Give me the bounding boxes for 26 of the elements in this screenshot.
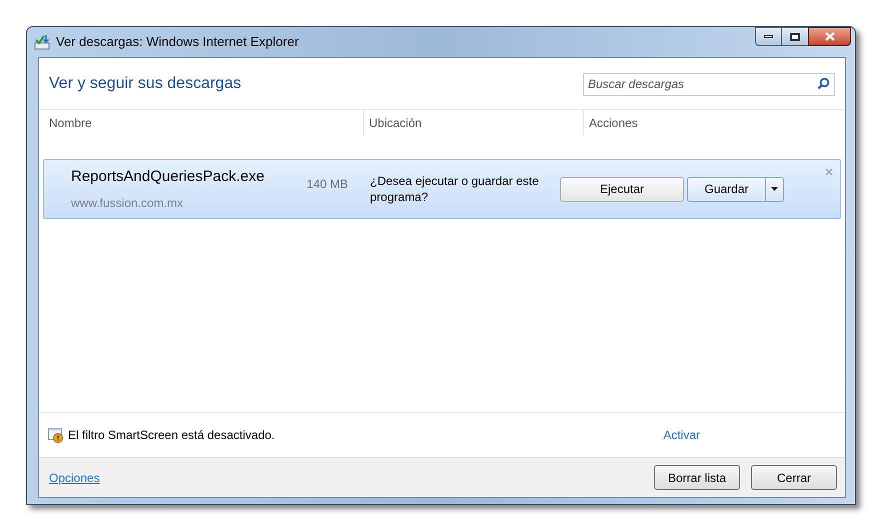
close-icon xyxy=(824,32,834,41)
maximize-button[interactable] xyxy=(782,27,808,46)
run-button[interactable]: Ejecutar xyxy=(560,176,684,202)
column-header[interactable]: Acciones xyxy=(589,114,638,132)
caret-icon[interactable] xyxy=(771,187,778,191)
window-title: Ver descargas: Windows Internet Explorer xyxy=(56,33,299,52)
file-name: ReportsAndQueriesPack.exe xyxy=(71,167,266,188)
close-dialog-button[interactable]: Cerrar xyxy=(751,465,837,490)
enable-link[interactable]: Activar xyxy=(663,426,700,444)
column-header[interactable]: Nombre xyxy=(49,116,92,130)
source-url: www.fussion.com.mx xyxy=(71,194,184,212)
search-icon[interactable] xyxy=(817,77,830,90)
shield-warning-icon xyxy=(48,428,64,442)
column-header[interactable]: Ubicación xyxy=(369,114,422,132)
minimize-button[interactable] xyxy=(755,27,782,46)
prompt-message: ¿Desea ejecutar o guardar este programa? xyxy=(370,173,540,205)
page-heading: Ver y seguir sus descargas xyxy=(49,74,242,94)
download-check-icon xyxy=(34,34,50,50)
smartscreen-message: El filtro SmartScreen está desactivado. xyxy=(68,427,275,444)
file-size: 140 MB xyxy=(306,177,348,191)
close-button[interactable] xyxy=(808,27,851,46)
save-split-button[interactable]: Guardar xyxy=(687,176,784,202)
options-link[interactable]: Opciones xyxy=(49,468,100,486)
clear-list-button[interactable]: Borrar lista xyxy=(654,465,740,490)
search-field[interactable]: Buscar descargas xyxy=(583,72,835,96)
download-row[interactable]: ReportsAndQueriesPack.exe www.fussion.com.mx 140 MB ¿Desea ejecutar o guardar este programa? Ejecutar Guardar xyxy=(43,159,841,219)
